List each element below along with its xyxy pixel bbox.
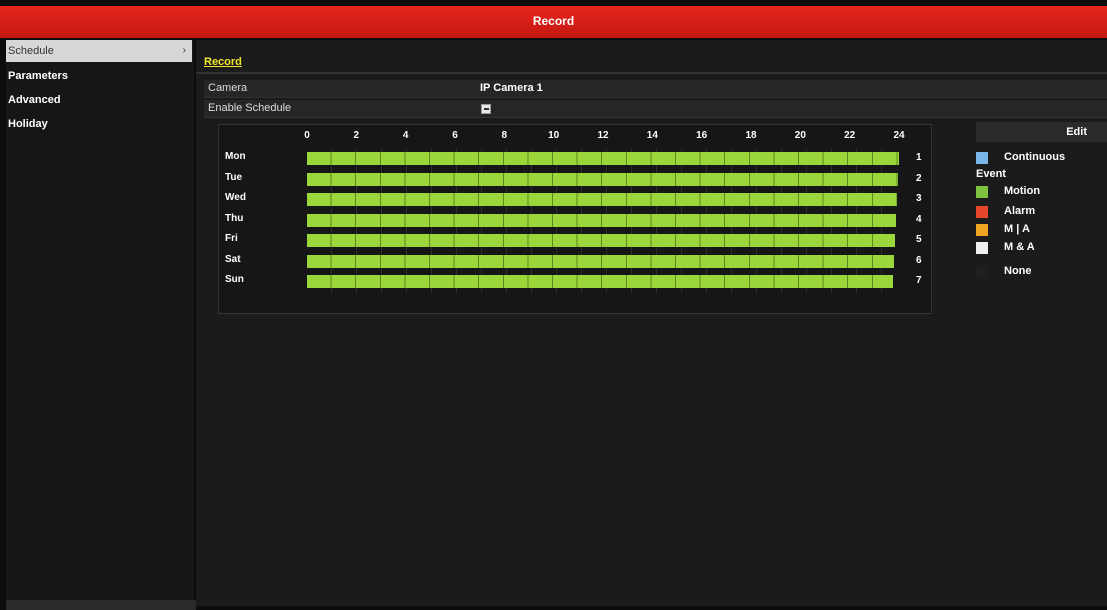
hour-label: 18 <box>745 130 757 141</box>
day-label: Mon <box>225 151 246 162</box>
legend-label: Motion <box>1004 185 1041 197</box>
schedule-bar-fri[interactable] <box>307 234 895 247</box>
sidebar-item-label: Schedule <box>8 45 54 57</box>
sidebar-item-schedule[interactable]: Schedule › <box>6 40 192 62</box>
hour-label: 22 <box>844 130 856 141</box>
schedule-bar-wed[interactable] <box>307 193 897 206</box>
legend-label: None <box>1004 265 1032 277</box>
none-swatch <box>976 266 988 278</box>
motion-or-alarm-swatch <box>976 224 988 236</box>
day-label: Thu <box>225 212 244 224</box>
camera-label: Camera <box>208 82 248 94</box>
continuous-swatch <box>976 152 988 164</box>
edit-button[interactable]: Edit <box>976 122 1107 142</box>
schedule-bar-sun[interactable] <box>307 275 893 288</box>
day-label: Tue <box>225 171 243 183</box>
schedule-bar-tue[interactable] <box>307 172 898 186</box>
alarm-swatch <box>976 206 988 218</box>
enable-schedule-label: Enable Schedule <box>208 102 292 114</box>
hour-label: 14 <box>646 130 658 141</box>
hour-label: 0 <box>304 130 310 141</box>
motion-swatch <box>976 186 988 198</box>
enable-schedule-checkbox[interactable] <box>481 104 491 114</box>
sidebar: Schedule › Parameters Advanced Holiday <box>6 40 194 606</box>
camera-select[interactable]: IP Camera 1 <box>480 82 543 94</box>
motion-and-alarm-swatch <box>976 242 988 254</box>
legend-label: Continuous <box>1004 151 1066 163</box>
hour-label: 20 <box>794 130 806 141</box>
enable-schedule-row: Enable Schedule <box>204 100 1107 118</box>
sidebar-item-advanced[interactable]: Advanced <box>6 88 194 112</box>
hour-label: 4 <box>402 130 409 141</box>
row-number[interactable]: 7 <box>916 275 922 286</box>
sidebar-item-holiday[interactable]: Holiday <box>6 112 194 136</box>
sidebar-item-label: Advanced <box>8 94 61 106</box>
window-title: Record <box>532 14 575 28</box>
sidebar-item-label: Holiday <box>8 118 48 130</box>
sidebar-item-label: Parameters <box>8 70 68 82</box>
day-label: Fri <box>225 233 238 244</box>
schedule-bar-mon[interactable] <box>307 152 899 165</box>
day-label: Sun <box>225 274 244 285</box>
hour-label: 12 <box>597 130 609 141</box>
tab-bar: Record <box>196 48 1107 74</box>
hour-label: 6 <box>452 130 458 141</box>
sidebar-footer <box>6 600 196 610</box>
schedule-bar-thu[interactable] <box>307 213 896 227</box>
legend-label: M & A <box>1004 241 1035 253</box>
hour-label: 16 <box>696 130 708 141</box>
row-number[interactable]: 1 <box>916 152 922 163</box>
sidebar-item-parameters[interactable]: Parameters <box>6 64 194 88</box>
main-panel: Record Camera IP Camera 1 Enable Schedul… <box>196 40 1107 606</box>
day-label: Sat <box>225 253 241 265</box>
hour-label: 24 <box>893 130 905 141</box>
chevron-right-icon: › <box>182 45 186 56</box>
schedule-grid: 0 2 4 6 8 10 12 14 16 18 20 22 24 Mon 1 Tue 2 Wed 3 Thu 4 Fri… <box>218 124 932 314</box>
row-number[interactable]: 4 <box>916 214 922 225</box>
row-number[interactable]: 5 <box>916 234 922 245</box>
camera-row: Camera IP Camera 1 <box>204 80 1107 98</box>
row-number[interactable]: 6 <box>916 255 922 266</box>
legend-label: M | A <box>1004 223 1030 235</box>
hour-label: 8 <box>501 130 508 141</box>
hour-label: 10 <box>548 130 560 141</box>
legend-panel: Edit Continuous Event Motion Alarm M | A… <box>960 122 1107 302</box>
day-label: Wed <box>225 192 246 203</box>
event-heading: Event <box>976 168 1006 180</box>
schedule-bar-sat[interactable] <box>307 254 894 268</box>
row-number[interactable]: 3 <box>916 193 922 204</box>
hour-label: 2 <box>353 130 360 141</box>
window-title-bar: Record <box>0 6 1107 38</box>
tab-record[interactable]: Record <box>204 56 242 68</box>
row-number[interactable]: 2 <box>916 173 922 184</box>
legend-label: Alarm <box>1004 205 1036 217</box>
